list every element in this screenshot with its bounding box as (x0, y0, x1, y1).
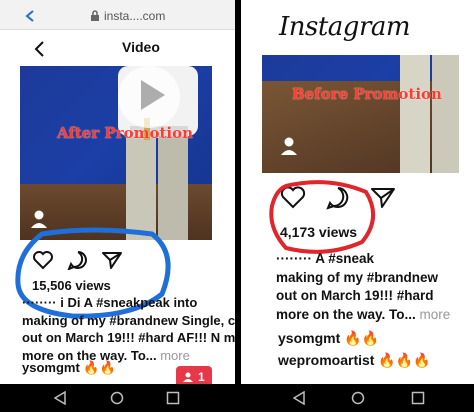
fire-emoji: 🔥🔥 (344, 330, 379, 346)
comment-item: ysomgmt 🔥🔥 (278, 330, 379, 347)
hashtag-link[interactable]: #hard (138, 330, 173, 345)
caption-line-2: making of my #brandnew (276, 269, 439, 285)
profile-icon (183, 372, 193, 382)
android-nav-bar (241, 384, 474, 412)
page-title: Video (122, 39, 160, 55)
caption-line-2: making of my #brandnew Single, c (22, 312, 235, 328)
comment-item: ysomgmt 🔥🔥 (22, 360, 116, 376)
android-home-icon[interactable] (110, 391, 124, 405)
caption-line-4: more on the way. To... more (276, 306, 451, 322)
comment-item: wepromoartist 🔥🔥🔥 (278, 352, 431, 369)
hashtag-link[interactable]: #sneakpeak (96, 295, 170, 310)
android-nav-bar (0, 384, 235, 412)
hashtag-link[interactable]: #hard (397, 288, 434, 303)
more-link[interactable]: more (160, 348, 190, 363)
views-count: 15,506 views (32, 278, 111, 293)
before-promotion-label: Before Promotion (292, 85, 442, 103)
video-player[interactable] (20, 66, 212, 240)
caption-text: ········ i Di A #sneakpeak into making o… (22, 294, 235, 364)
notification-count: 1 (198, 370, 205, 384)
hashtag-link[interactable]: #brandnew (367, 270, 438, 285)
browser-address-bar: insta....com (0, 0, 235, 30)
back-chevron-icon[interactable] (32, 40, 46, 58)
url-text[interactable]: insta....com (104, 9, 165, 23)
caption-line-3: out on March 19!!! #hard AF!!! N m (22, 330, 235, 345)
hashtag-link[interactable]: #sneak (328, 251, 374, 266)
comment-username[interactable]: ysomgmt (278, 330, 340, 346)
lock-icon (91, 10, 99, 21)
views-highlight-circle (269, 180, 375, 254)
video-header: Video (0, 30, 235, 66)
instagram-logo: Instagram (279, 12, 411, 42)
browser-back-icon[interactable] (24, 10, 36, 22)
comment-username[interactable]: ysomgmt (22, 360, 80, 375)
android-recents-icon[interactable] (166, 391, 180, 405)
fire-emoji: 🔥🔥🔥 (378, 352, 431, 368)
android-back-icon[interactable] (293, 391, 305, 405)
caption-line-1: ········ i Di A #sneakpeak into (22, 295, 198, 310)
play-icon (141, 80, 165, 110)
fire-emoji: 🔥🔥 (83, 360, 116, 375)
person-figure (400, 55, 459, 173)
hashtag-link[interactable]: #brandnew (109, 313, 178, 328)
left-screenshot-panel: insta....com Video After Promotion 15,50… (0, 0, 235, 412)
caption-text: ········ A #sneak making of my #brandnew… (276, 250, 462, 324)
views-count: 4,173 views (280, 224, 358, 240)
caption-line-3: out on March 19!!! #hard (276, 288, 434, 303)
comment-username[interactable]: wepromoartist (278, 352, 374, 368)
caption-line-1: ········ A #sneak (276, 251, 375, 266)
android-back-icon[interactable] (54, 391, 66, 405)
profile-icon[interactable] (278, 135, 300, 157)
more-link[interactable]: more (420, 307, 451, 322)
android-recents-icon[interactable] (411, 391, 425, 405)
post-media[interactable] (262, 55, 459, 173)
android-home-icon[interactable] (351, 391, 365, 405)
after-promotion-label: After Promotion (57, 124, 194, 142)
